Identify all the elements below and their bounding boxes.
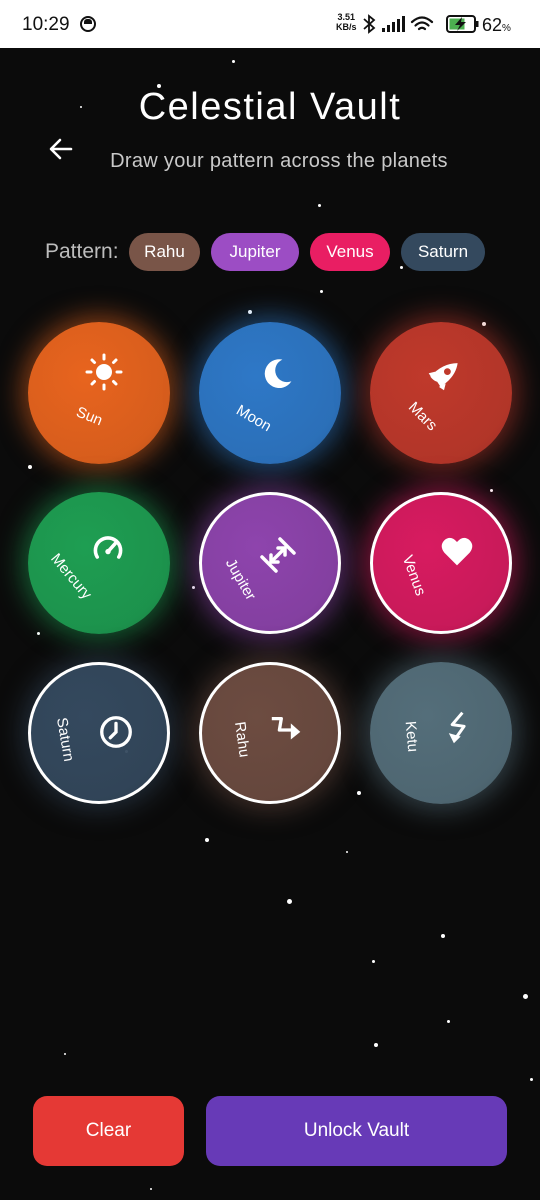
pattern-chip: Venus: [310, 233, 390, 271]
planet-jupiter[interactable]: Jupiter: [199, 492, 341, 634]
star: [37, 632, 40, 635]
network-speed-unit: KB/s: [336, 22, 357, 32]
star: [523, 994, 528, 999]
status-time: 10:29: [22, 14, 70, 35]
star: [346, 851, 348, 853]
battery-unit: %: [502, 23, 511, 34]
planet-ketu[interactable]: Ketu: [370, 662, 512, 804]
star: [287, 899, 292, 904]
star: [28, 465, 32, 469]
planet-mercury[interactable]: Mercury: [28, 492, 170, 634]
planet-rahu[interactable]: Rahu: [199, 662, 341, 804]
planet-label: Mercury: [47, 550, 96, 603]
star: [205, 838, 209, 842]
star: [64, 1053, 66, 1055]
moon-icon: [264, 359, 292, 389]
planet-label: Rahu: [231, 720, 253, 759]
star: [482, 322, 486, 326]
pattern-chip: Jupiter: [211, 233, 299, 271]
star: [357, 791, 361, 795]
planet-sun[interactable]: Sun: [28, 322, 170, 464]
status-bar: 10:29 3.51 KB/s 62%: [0, 0, 540, 48]
star: [320, 290, 323, 293]
pattern-chip: Rahu: [129, 233, 200, 271]
lightning-arrow-icon: [448, 711, 466, 744]
planet-label: Saturn: [52, 716, 78, 763]
zigzag-arrow-icon: [271, 716, 301, 740]
pattern-label: Pattern:: [45, 240, 119, 263]
signal-icon: [382, 16, 405, 32]
clear-button[interactable]: Clear: [33, 1096, 184, 1166]
heart-icon: [441, 537, 473, 566]
star: [248, 310, 252, 314]
planet-label: Jupiter: [221, 555, 260, 604]
speedometer-icon: [93, 536, 123, 559]
star: [192, 586, 195, 589]
wifi-icon: [410, 16, 434, 31]
battery-level: 62: [482, 15, 503, 35]
planet-venus[interactable]: Venus: [370, 492, 512, 634]
rocket-icon: [428, 363, 458, 391]
planet-label: Venus: [398, 552, 429, 599]
star: [232, 60, 235, 63]
star: [318, 204, 321, 207]
unlock-vault-button[interactable]: Unlock Vault: [206, 1096, 507, 1166]
planet-saturn[interactable]: Saturn: [28, 662, 170, 804]
star: [530, 1078, 533, 1081]
clock-icon: [100, 716, 132, 748]
bluetooth-icon: [363, 14, 376, 34]
network-speed-value: 3.51: [337, 12, 356, 22]
page-title: Celestial Vault: [138, 86, 402, 128]
planet-label: Ketu: [401, 720, 422, 753]
status-icons: [363, 14, 479, 34]
star: [441, 934, 445, 938]
star: [374, 1043, 378, 1047]
star: [372, 960, 375, 963]
star: [490, 489, 493, 492]
star: [447, 1020, 450, 1023]
pattern-chip: Saturn: [401, 233, 485, 271]
planet-label: Moon: [233, 401, 275, 436]
network-speed: 3.51 KB/s: [336, 12, 357, 32]
star: [400, 266, 403, 269]
resize-icon: [260, 537, 296, 573]
notification-app-icon: [80, 16, 96, 32]
sun-icon: [85, 353, 123, 391]
star: [150, 1188, 152, 1190]
planet-label: Sun: [73, 403, 105, 430]
battery-icon: [446, 15, 479, 33]
page-subtitle: Draw your pattern across the planets: [110, 150, 448, 172]
planet-mars[interactable]: Mars: [370, 322, 512, 464]
planet-label: Mars: [404, 398, 441, 435]
battery-percent: 62%: [482, 15, 511, 36]
planet-moon[interactable]: Moon: [199, 322, 341, 464]
